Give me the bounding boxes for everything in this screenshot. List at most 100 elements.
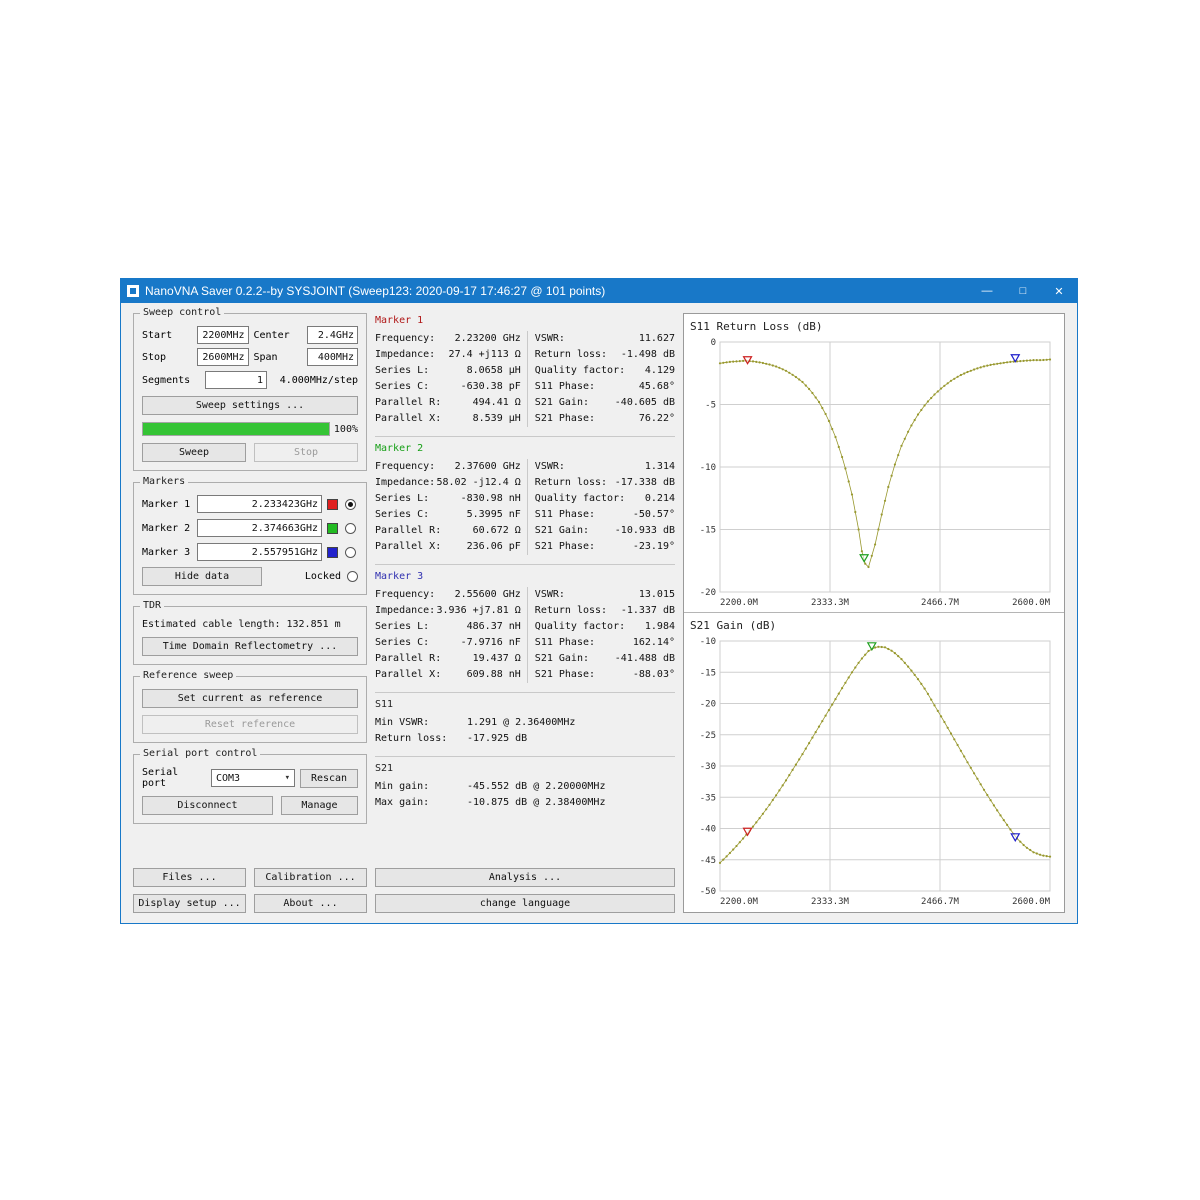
- field-row: Frequency:2.37600 GHz: [375, 459, 521, 475]
- span-input[interactable]: [307, 348, 359, 366]
- change-language-button[interactable]: change language: [375, 894, 675, 913]
- field-row: Series C:-630.38 pF: [375, 379, 521, 395]
- marker-3-details: Marker 3 Frequency:2.55600 GHzImpedance:…: [375, 564, 675, 692]
- field-value: 60.672 Ω: [473, 523, 521, 539]
- field-value: -830.98 nH: [461, 491, 521, 507]
- marker-3-frequency-input[interactable]: [197, 543, 322, 561]
- field-row: VSWR:1.314: [535, 459, 675, 475]
- center-label: Center: [254, 330, 302, 341]
- svg-text:2600.0M: 2600.0M: [1012, 598, 1051, 608]
- stop-label: Stop: [142, 352, 192, 363]
- files-button[interactable]: Files ...: [133, 868, 246, 887]
- field-row: Series L: 486.37 nH: [375, 619, 521, 635]
- marker-2-label: Marker 2: [142, 523, 192, 534]
- field-value: 11.627: [639, 331, 675, 347]
- marker-1-color-swatch[interactable]: [327, 499, 338, 510]
- field-label: Series L:: [375, 619, 429, 635]
- field-label: Series C:: [375, 379, 429, 395]
- field-row: Frequency:2.55600 GHz: [375, 587, 521, 603]
- field-label: Frequency:: [375, 331, 435, 347]
- field-value: 58.02 -j12.4 Ω: [437, 475, 521, 491]
- s21-gain-chart[interactable]: S21 Gain (dB)2200.0M2333.3M2466.7M2600.0…: [686, 615, 1062, 909]
- field-value: 19.437 Ω: [473, 651, 521, 667]
- minimize-button[interactable]: —: [969, 279, 1005, 303]
- segments-input[interactable]: [205, 371, 267, 389]
- marker-3-color-swatch[interactable]: [327, 547, 338, 558]
- sweep-button[interactable]: Sweep: [142, 443, 246, 462]
- field-value: -10.933 dB: [615, 523, 675, 539]
- field-row: Return loss:-1.498 dB: [535, 347, 675, 363]
- field-value: -50.57°: [633, 507, 675, 523]
- field-row: Series L:8.0658 µH: [375, 363, 521, 379]
- field-value: 2.23200 GHz: [455, 331, 521, 347]
- about-button[interactable]: About ...: [254, 894, 367, 913]
- field-label: VSWR:: [535, 587, 565, 603]
- chevron-down-icon: ▾: [283, 773, 292, 783]
- hide-data-button[interactable]: Hide data: [142, 567, 262, 586]
- field-value: 2.37600 GHz: [455, 459, 521, 475]
- start-input[interactable]: [197, 326, 249, 344]
- svg-text:-20: -20: [700, 588, 716, 598]
- field-value: 8.539 µH: [473, 411, 521, 427]
- display-setup-button[interactable]: Display setup ...: [133, 894, 246, 913]
- cable-length-text: Estimated cable length: 132.851 m: [142, 619, 358, 630]
- disconnect-button[interactable]: Disconnect: [142, 796, 273, 815]
- tdr-button[interactable]: Time Domain Reflectometry ...: [142, 637, 358, 656]
- marker-1-label: Marker 1: [142, 499, 192, 510]
- app-window: NanoVNA Saver 0.2.2--by SYSJOINT (Sweep1…: [120, 278, 1078, 924]
- marker-2-frequency-input[interactable]: [197, 519, 322, 537]
- calibration-button[interactable]: Calibration ...: [254, 868, 367, 887]
- field-value: 76.22°: [639, 411, 675, 427]
- field-label: Parallel R:: [375, 651, 441, 667]
- field-label: Quality factor:: [535, 363, 625, 379]
- field-row: Parallel R:60.672 Ω: [375, 523, 521, 539]
- progress-percent-label: 100%: [334, 424, 358, 435]
- close-button[interactable]: ✕: [1041, 279, 1077, 303]
- field-label: S11 Phase:: [535, 507, 595, 523]
- marker-3-row: Marker 3: [142, 543, 358, 561]
- main-content: Sweep control Start Center Stop Span Seg…: [121, 303, 1077, 923]
- svg-text:-10: -10: [700, 637, 716, 647]
- field-row: VSWR:11.627: [535, 331, 675, 347]
- titlebar[interactable]: NanoVNA Saver 0.2.2--by SYSJOINT (Sweep1…: [121, 279, 1077, 303]
- marker-2-radio[interactable]: [345, 523, 356, 534]
- marker-section-title: Marker 3: [375, 571, 675, 582]
- segments-label: Segments: [142, 375, 200, 386]
- rescan-button[interactable]: Rescan: [300, 769, 358, 788]
- marker-3-radio[interactable]: [345, 547, 356, 558]
- field-row: Parallel R: 19.437 Ω: [375, 651, 521, 667]
- field-row: Series C:5.3995 nF: [375, 507, 521, 523]
- field-value: 162.14°: [633, 635, 675, 651]
- s11-return-loss-row: Return loss: -17.925 dB: [375, 731, 675, 747]
- field-row: Series L:-830.98 nH: [375, 491, 521, 507]
- center-input[interactable]: [307, 326, 359, 344]
- sweep-settings-button[interactable]: Sweep settings ...: [142, 396, 358, 415]
- s11-return-loss-chart[interactable]: S11 Return Loss (dB)2200.0M2333.3M2466.7…: [686, 316, 1062, 610]
- field-label: Series C:: [375, 507, 429, 523]
- group-label: Markers: [140, 476, 188, 487]
- marker-2-color-swatch[interactable]: [327, 523, 338, 534]
- svg-text:-20: -20: [700, 700, 716, 710]
- field-label: S21 Phase:: [535, 411, 595, 427]
- analysis-button[interactable]: Analysis ...: [375, 868, 675, 887]
- marker-1-details: Marker 1 Frequency:2.23200 GHzImpedance:…: [375, 315, 675, 436]
- maximize-button[interactable]: □: [1005, 279, 1041, 303]
- marker-1-radio[interactable]: [345, 499, 356, 510]
- marker-1-frequency-input[interactable]: [197, 495, 322, 513]
- field-label: Return loss:: [535, 603, 607, 619]
- locked-checkbox[interactable]: [347, 571, 358, 582]
- serial-port-select[interactable]: COM3 ▾: [211, 769, 295, 787]
- s11-summary: S11 Min VSWR: 1.291 @ 2.36400MHz Return …: [375, 692, 675, 756]
- field-value: 45.68°: [639, 379, 675, 395]
- field-value: 27.4 +j113 Ω: [449, 347, 521, 363]
- field-value: 486.37 nH: [467, 619, 521, 635]
- marker-fields-right: VSWR:1.314Return loss:-17.338 dBQuality …: [527, 459, 675, 555]
- field-label: Quality factor:: [535, 491, 625, 507]
- field-row: Parallel R:494.41 Ω: [375, 395, 521, 411]
- group-label: Serial port control: [140, 748, 260, 759]
- set-reference-button[interactable]: Set current as reference: [142, 689, 358, 708]
- manage-button[interactable]: Manage: [281, 796, 358, 815]
- s21-gain-chart-box: S21 Gain (dB)2200.0M2333.3M2466.7M2600.0…: [684, 613, 1064, 912]
- stop-input[interactable]: [197, 348, 249, 366]
- field-row: Frequency: 2.23200 GHz: [375, 331, 521, 347]
